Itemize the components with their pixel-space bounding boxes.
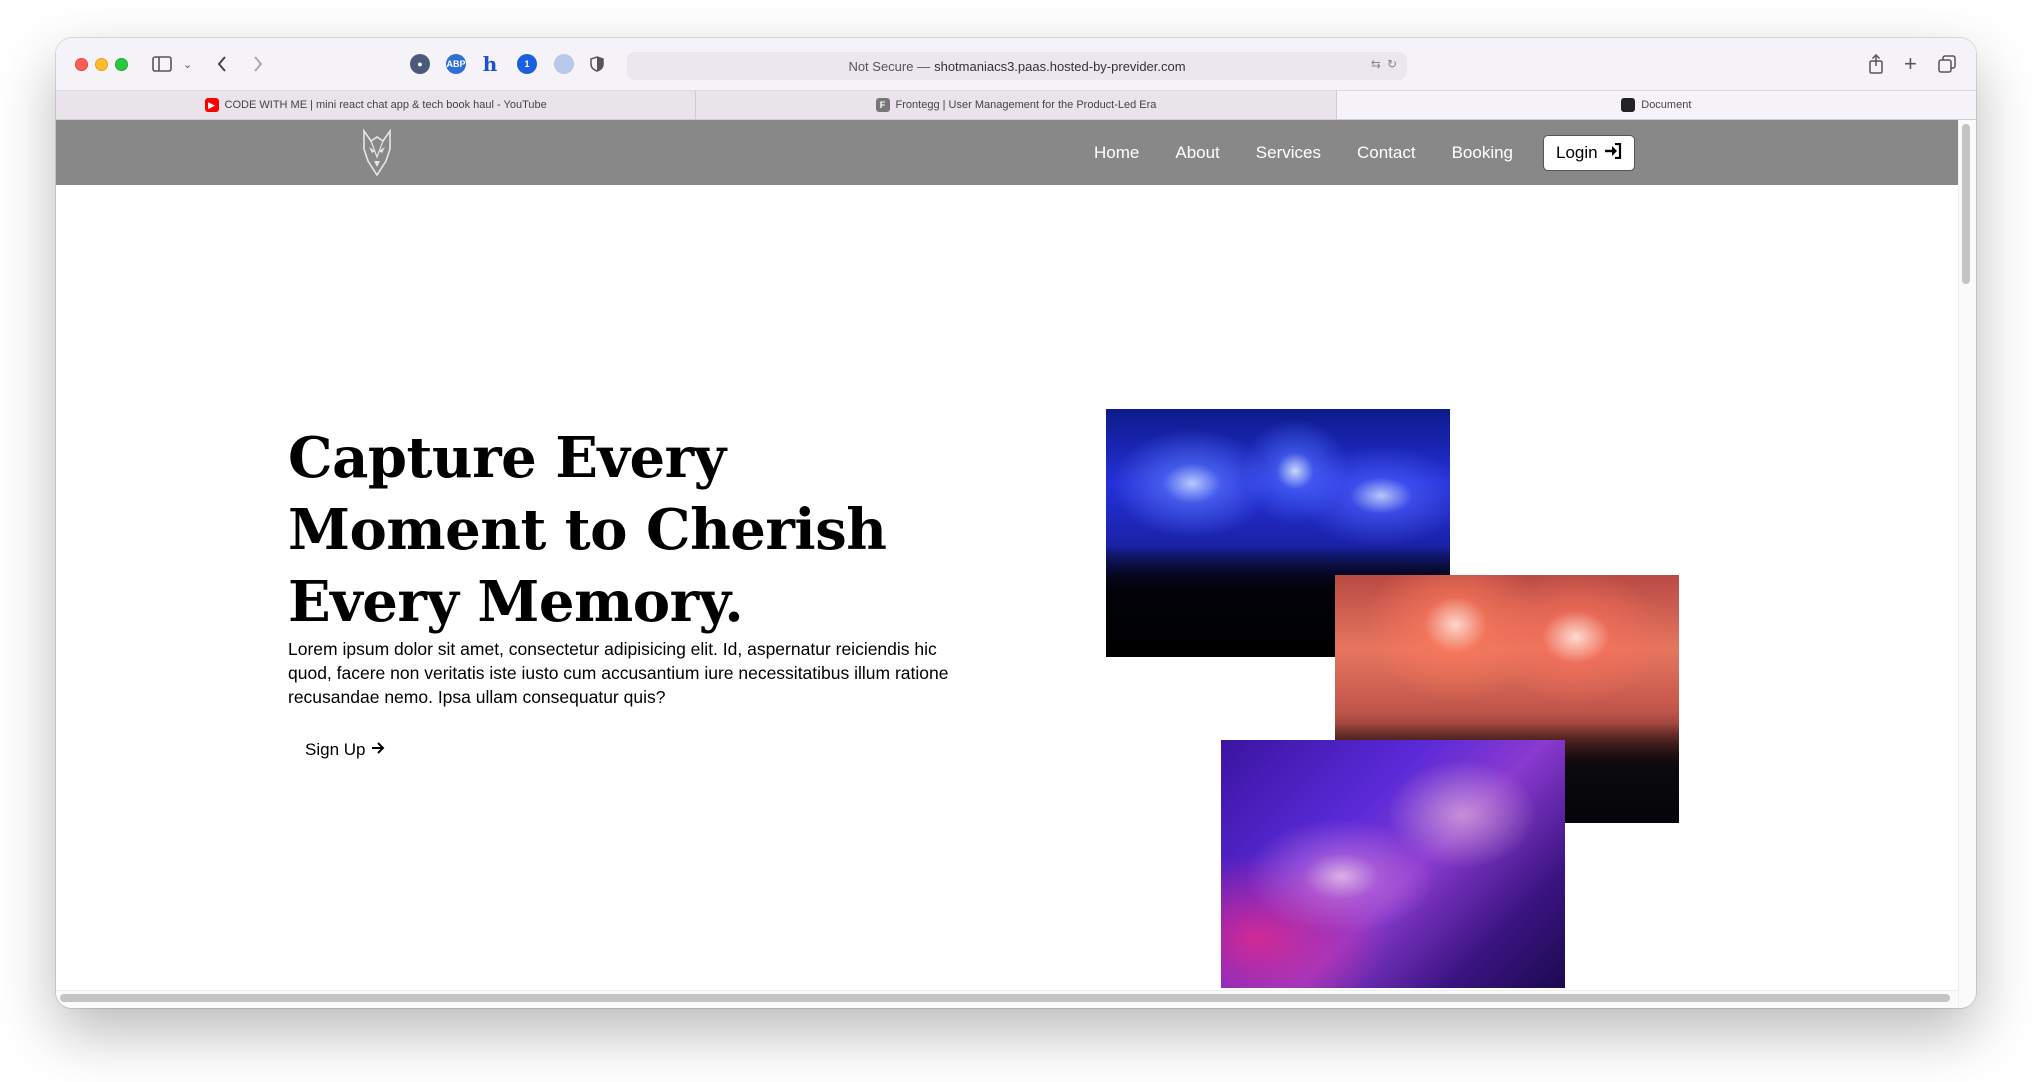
- new-tab-icon[interactable]: +: [1904, 51, 1917, 76]
- maximize-window-button[interactable]: [115, 58, 128, 71]
- vertical-scrollbar-thumb[interactable]: [1962, 124, 1970, 284]
- arrow-right-icon: [371, 740, 385, 760]
- translate-icon[interactable]: ⇆: [1371, 57, 1381, 71]
- hero-title: Capture Every Moment to Cherish Every Me…: [288, 425, 887, 635]
- nav-home-link[interactable]: Home: [1094, 143, 1139, 163]
- share-icon[interactable]: [1868, 52, 1884, 76]
- nav-services-link[interactable]: Services: [1256, 143, 1321, 163]
- nav-links: Home About Services Contact Booking Logi…: [1094, 134, 1635, 172]
- sidebar-toggle-icon[interactable]: [152, 52, 172, 76]
- login-label: Login: [1556, 143, 1598, 162]
- frontegg-icon: F: [875, 98, 890, 112]
- incognito-icon[interactable]: ●: [410, 54, 430, 74]
- wolf-logo-icon[interactable]: [360, 127, 394, 179]
- browser-window: ⌄ ● ABP h 1 Not Secure — shotmaniacs3.pa…: [56, 38, 1976, 1008]
- minimize-window-button[interactable]: [95, 58, 108, 71]
- horizontal-scrollbar-track: [56, 990, 1958, 1008]
- login-button[interactable]: Login: [1543, 135, 1635, 171]
- tab-youtube[interactable]: ▶ CODE WITH ME | mini react chat app & t…: [56, 91, 697, 119]
- vertical-scrollbar-track: [1958, 120, 1976, 1008]
- extension-icon[interactable]: [554, 54, 574, 74]
- forward-icon[interactable]: [252, 52, 264, 76]
- url-host: shotmaniacs3.paas.hosted-by-previder.com: [934, 58, 1186, 74]
- shield-icon[interactable]: [590, 52, 604, 76]
- document-icon: [1621, 98, 1636, 112]
- tab-title: CODE WITH ME | mini react chat app & tec…: [224, 99, 547, 111]
- sign-up-link[interactable]: Sign Up: [305, 740, 385, 760]
- tab-title: Document: [1641, 99, 1692, 111]
- party-selfie-photo: [1221, 740, 1565, 988]
- tab-overview-icon[interactable]: [1938, 52, 1956, 76]
- nav-contact-link[interactable]: Contact: [1357, 143, 1416, 163]
- youtube-icon: ▶: [204, 98, 219, 112]
- tab-document[interactable]: Document: [1336, 91, 1976, 119]
- browser-toolbar: ⌄ ● ABP h 1 Not Secure — shotmaniacs3.pa…: [56, 38, 1976, 90]
- adblock-icon[interactable]: ABP: [446, 54, 466, 74]
- sign-up-label: Sign Up: [305, 740, 366, 759]
- close-window-button[interactable]: [75, 58, 88, 71]
- back-icon[interactable]: [216, 52, 228, 76]
- tab-bar: ▶ CODE WITH ME | mini react chat app & t…: [56, 90, 1976, 120]
- tab-title: Frontegg | User Management for the Produ…: [895, 99, 1157, 111]
- nav-booking-link[interactable]: Booking: [1452, 143, 1513, 163]
- horizontal-scrollbar-thumb[interactable]: [60, 994, 1950, 1002]
- reload-icon[interactable]: ↻: [1387, 57, 1397, 71]
- page-viewport: Home About Services Contact Booking Logi…: [56, 120, 1976, 1008]
- chevron-down-icon[interactable]: ⌄: [183, 52, 192, 76]
- tab-frontegg[interactable]: F Frontegg | User Management for the Pro…: [696, 91, 1337, 119]
- honey-icon[interactable]: h: [480, 52, 500, 76]
- security-label: Not Secure —: [848, 58, 931, 74]
- address-bar[interactable]: Not Secure — shotmaniacs3.paas.hosted-by…: [627, 52, 1407, 80]
- site-navbar: Home About Services Contact Booking Logi…: [56, 120, 1958, 185]
- nav-about-link[interactable]: About: [1175, 143, 1219, 163]
- login-icon: [1604, 142, 1622, 164]
- hero-description: Lorem ipsum dolor sit amet, consectetur …: [288, 639, 949, 707]
- onepassword-icon[interactable]: 1: [517, 54, 537, 74]
